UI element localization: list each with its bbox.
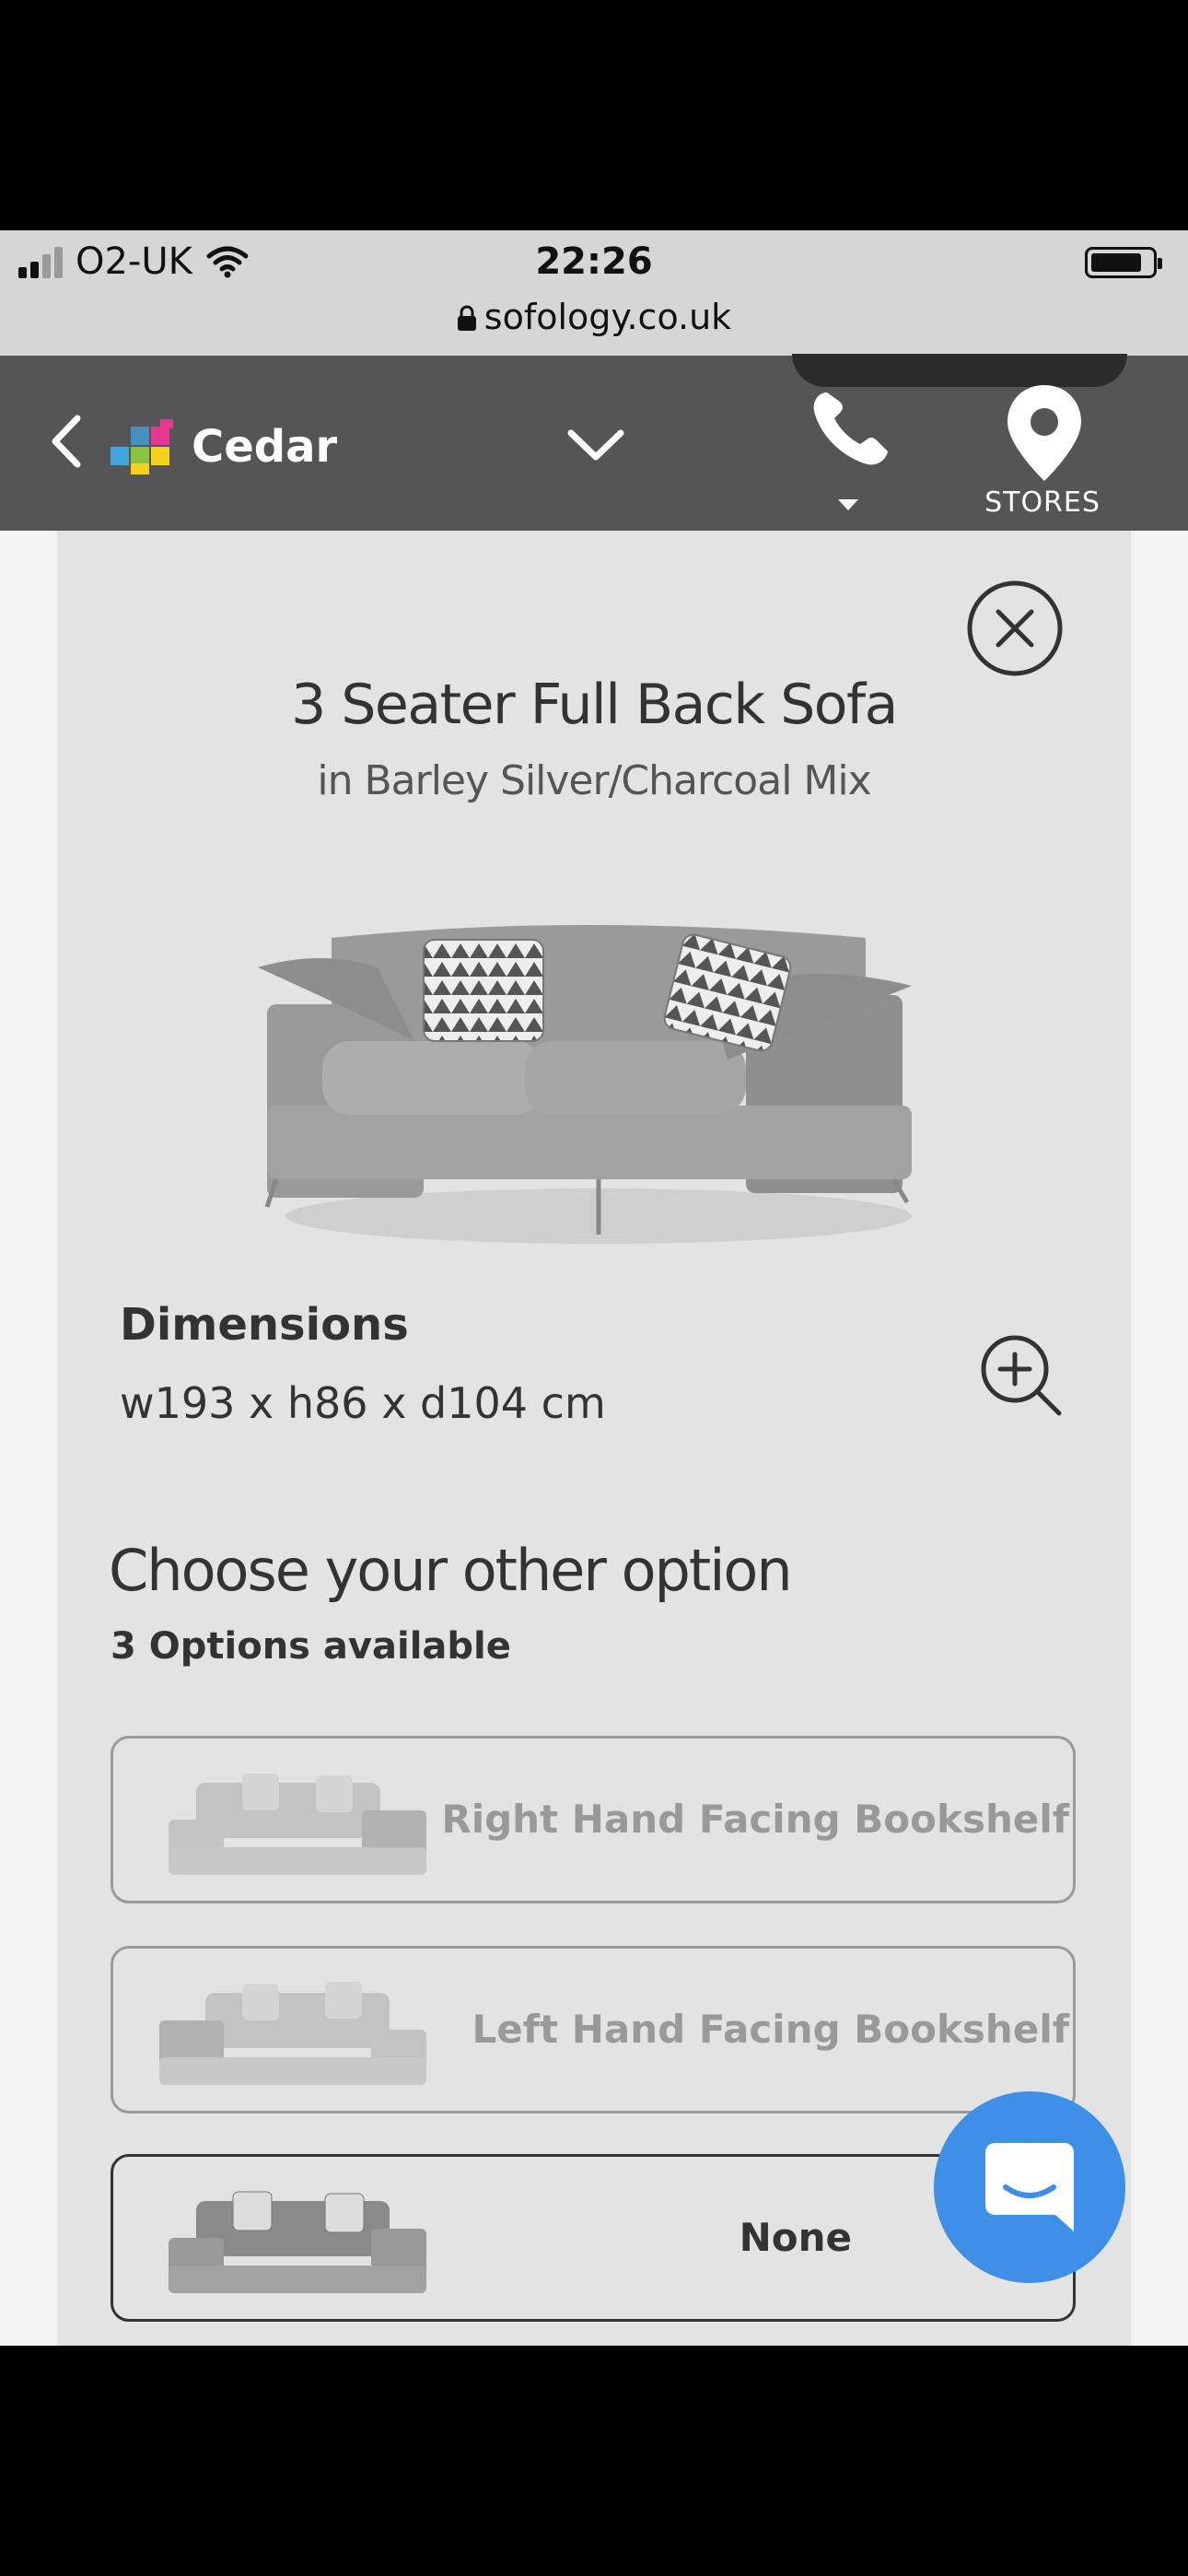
dimensions-value: w193 x h86 x d104 cm xyxy=(120,1378,606,1428)
phone-icon[interactable] xyxy=(807,387,895,472)
option-right-hand-bookshelf[interactable]: Right Hand Facing Bookshelf xyxy=(111,1736,1076,1903)
options-count: 3 Options available xyxy=(111,1625,511,1668)
stores-label[interactable]: STORES xyxy=(958,486,1127,519)
status-time: 22:26 xyxy=(535,240,653,283)
brand-logo-icon xyxy=(111,419,179,474)
url-text: sofology.co.uk xyxy=(483,297,732,337)
dropdown-chevron-icon[interactable] xyxy=(564,422,628,468)
options-heading: Choose your other option xyxy=(109,1537,793,1604)
back-chevron-icon[interactable] xyxy=(44,411,88,472)
chat-icon xyxy=(985,2143,1074,2231)
zoom-in-icon[interactable] xyxy=(978,1332,1066,1421)
option-label: None xyxy=(739,2215,852,2260)
option-none[interactable]: None xyxy=(111,2154,1076,2322)
map-pin-icon[interactable] xyxy=(1002,381,1087,485)
brand[interactable]: Cedar xyxy=(111,415,337,479)
option-thumbnail xyxy=(159,1982,426,2085)
brand-name: Cedar xyxy=(192,421,338,473)
battery-icon xyxy=(1085,247,1162,278)
chat-button[interactable] xyxy=(934,2091,1125,2283)
phone-dropdown-caret-icon[interactable] xyxy=(834,496,862,514)
option-label: Right Hand Facing Bookshelf xyxy=(441,1797,1069,1842)
option-label: Left Hand Facing Bookshelf xyxy=(472,2007,1069,2052)
close-icon[interactable] xyxy=(965,579,1065,678)
product-subtitle: in Barley Silver/Charcoal Mix xyxy=(317,757,871,804)
option-thumbnail xyxy=(169,1774,426,1875)
option-left-hand-bookshelf[interactable]: Left Hand Facing Bookshelf xyxy=(111,1946,1076,2113)
url-bar[interactable]: sofology.co.uk xyxy=(0,293,1188,341)
option-thumbnail xyxy=(169,2191,426,2293)
dimensions-heading: Dimensions xyxy=(120,1299,409,1351)
product-title: 3 Seater Full Back Sofa xyxy=(291,673,898,737)
sofa-image xyxy=(258,925,912,1244)
lock-icon xyxy=(457,305,476,331)
